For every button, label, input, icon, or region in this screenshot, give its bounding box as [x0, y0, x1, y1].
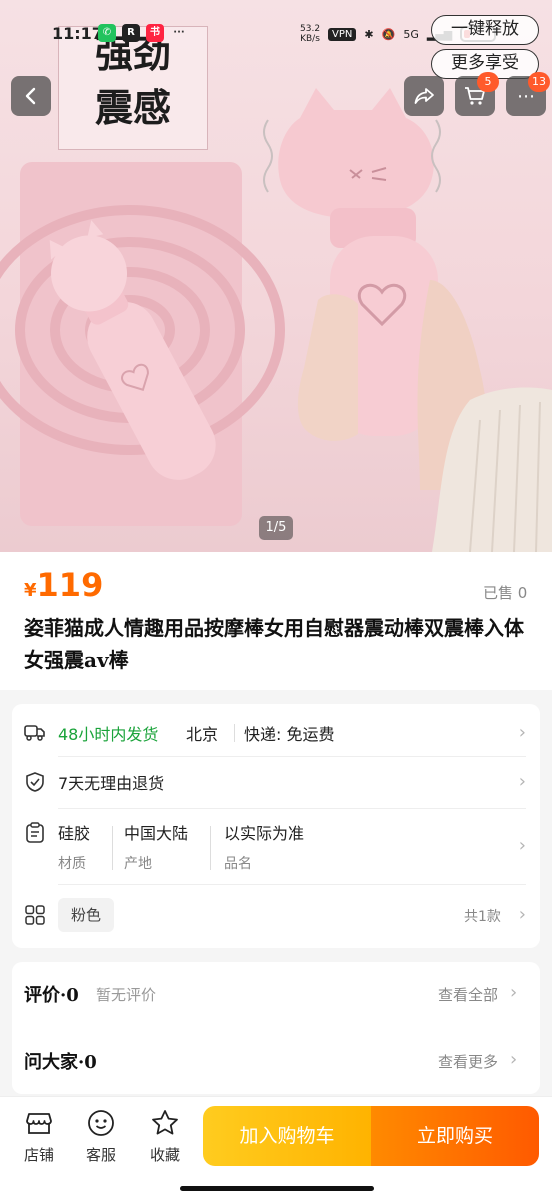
buy-now-button[interactable]: 立即购买 — [371, 1106, 539, 1166]
origin-city: 北京 — [186, 725, 219, 744]
add-to-cart-button[interactable]: 加入购物车 — [203, 1106, 371, 1166]
product-price: ¥119 — [24, 566, 103, 604]
product-title: 姿菲猫成人情趣用品按摩棒女用自慰器震动棒双震棒入体女强震av棒 — [24, 616, 524, 672]
store-label: 店铺 — [23, 1146, 54, 1164]
share-icon — [414, 88, 434, 104]
share-button[interactable] — [404, 76, 444, 116]
qa-title: 问大家·0 — [24, 1052, 97, 1073]
grid-icon — [25, 905, 45, 925]
sold-count: 已售 0 — [483, 584, 528, 602]
attr-origin-value: 中国大陆 — [124, 824, 189, 843]
attr-material-label: 材质 — [58, 856, 86, 872]
delivery-truck-icon — [24, 725, 45, 741]
reviews-title: 评价·0 — [24, 985, 79, 1006]
attr-material-value: 硅胶 — [58, 824, 91, 843]
status-time: 11:17 — [52, 24, 103, 43]
cart-badge: 5 — [477, 72, 499, 92]
chevron-right-icon: › — [518, 771, 526, 792]
store-icon — [26, 1113, 52, 1134]
attr-name-label: 品名 — [224, 856, 252, 872]
chevron-right-icon: › — [510, 982, 518, 1003]
price-currency: ¥ — [24, 580, 37, 601]
product-page: 强劲 震感 1/5 11:17 ✆ R 书 ··· 53.2 KB/s VPN … — [0, 0, 552, 1200]
variant-count: 共1款 — [464, 909, 501, 925]
signal-label: 5G — [403, 27, 419, 41]
shipping-time: 48小时内发货 — [58, 725, 159, 744]
back-button[interactable] — [11, 76, 51, 116]
app-r-icon: R — [122, 24, 140, 42]
clipboard-icon — [26, 822, 44, 843]
reviews-card — [12, 962, 540, 1094]
rednote-icon: 书 — [146, 24, 164, 42]
bluetooth-icon: ✱ — [364, 27, 374, 41]
attributes-row[interactable]: 硅胶 材质 中国大陆 产地 以实际为准 品名 › — [12, 812, 540, 882]
attr-name-value: 以实际为准 — [224, 824, 305, 843]
reviews-empty: 暂无评价 — [96, 986, 157, 1004]
divider — [58, 808, 526, 809]
home-indicator[interactable] — [180, 1186, 374, 1191]
chat-face-icon — [88, 1110, 114, 1136]
divider — [58, 756, 526, 757]
favorite-tab[interactable]: 收藏 — [140, 1108, 190, 1165]
return-policy: 7天无理由退货 — [58, 774, 165, 793]
price-value: 119 — [36, 566, 104, 604]
more-menu-button[interactable]: ⋯ 13 — [506, 72, 550, 116]
chevron-right-icon: › — [518, 835, 526, 856]
service-label: 客服 — [85, 1146, 116, 1164]
chevron-right-icon: › — [510, 1049, 518, 1070]
view-all-reviews-link[interactable]: 查看全部 — [438, 984, 498, 1005]
divider — [234, 724, 235, 742]
net-speed-value: 53.2 — [300, 24, 321, 34]
overlay-line-2: 震感 — [94, 85, 171, 130]
view-more-qa-link[interactable]: 查看更多 — [438, 1051, 498, 1072]
status-app-icons: ✆ R 书 ··· — [98, 24, 188, 42]
return-policy-row[interactable]: 7天无理由退货 › — [12, 762, 540, 802]
one-tap-release-button[interactable]: 一键释放 — [431, 15, 539, 45]
wechat-icon: ✆ — [98, 24, 116, 42]
star-icon — [152, 1110, 178, 1135]
shield-check-icon — [26, 772, 44, 792]
cart-button[interactable]: 5 — [455, 72, 499, 116]
favorite-label: 收藏 — [149, 1146, 180, 1164]
store-tab[interactable]: 店铺 — [14, 1108, 64, 1165]
shipping-row[interactable]: 48小时内发货 北京 快递: 免运费 › — [12, 716, 540, 750]
attr-origin-label: 产地 — [124, 856, 152, 872]
message-badge: 13 — [528, 72, 550, 92]
vpn-indicator: VPN — [328, 27, 357, 41]
more-dots-icon: ··· — [173, 27, 185, 38]
divider — [112, 826, 113, 870]
net-speed: 53.2 KB/s — [300, 24, 320, 44]
chevron-left-icon — [25, 87, 36, 105]
divider — [210, 826, 211, 870]
customer-service-tab[interactable]: 客服 — [76, 1108, 126, 1165]
net-speed-unit: KB/s — [300, 34, 320, 44]
mute-icon: 🔕 — [381, 27, 396, 41]
chevron-right-icon: › — [518, 904, 526, 925]
delivery-fee: 快递: 免运费 — [244, 725, 335, 744]
chevron-right-icon: › — [518, 722, 526, 743]
color-option-pink[interactable]: 粉色 — [58, 898, 114, 932]
divider — [58, 884, 526, 885]
image-page-indicator: 1/5 — [259, 516, 293, 540]
